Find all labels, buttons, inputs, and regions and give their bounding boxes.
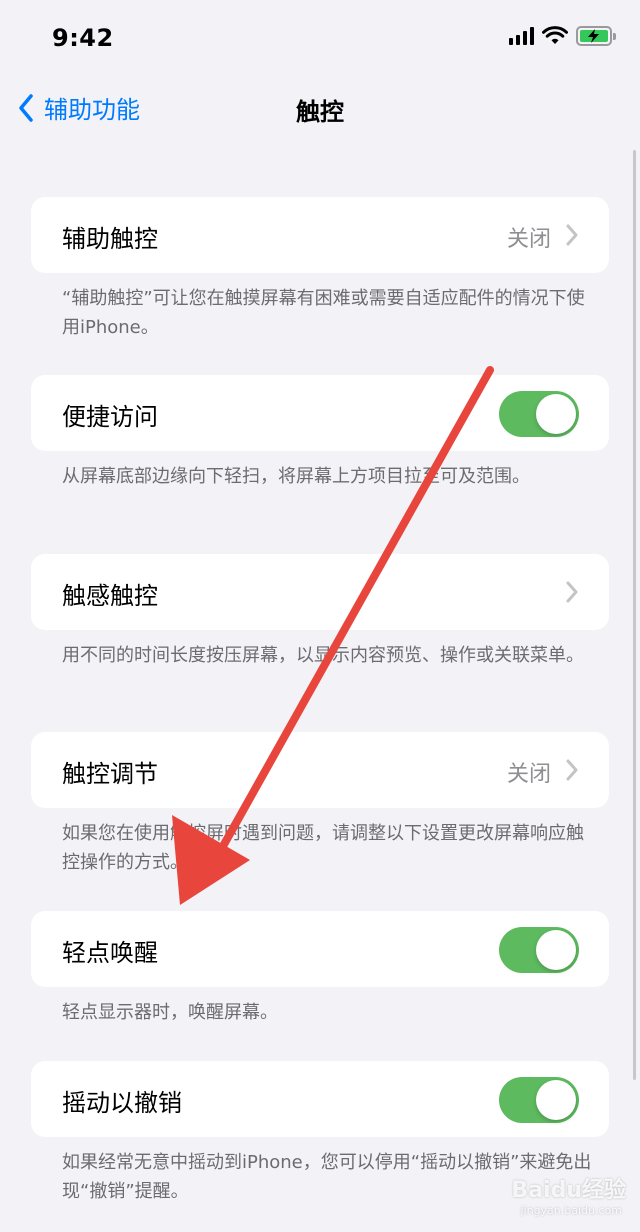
footnote: 轻点显示器时，唤醒屏幕。 <box>62 1002 278 1023</box>
footnote: 如果您在使用触控屏时遇到问题，请调整以下设置更改屏幕响应触控操作的方式。 <box>62 823 584 873</box>
battery-charging-icon <box>576 26 616 46</box>
status-icons <box>509 26 616 46</box>
row-label: 触控调节 <box>62 760 158 788</box>
row-label: 轻点唤醒 <box>62 939 158 967</box>
cellular-signal-icon <box>509 27 534 45</box>
navigation-bar: 辅助功能 触控 <box>0 76 640 140</box>
status-bar: 9:42 <box>0 0 640 76</box>
watermark-url: jingyan.baidu.com <box>520 1204 622 1217</box>
row-value: 关闭 <box>506 227 551 252</box>
footnote: 从屏幕底部边缘向下轻扫，将屏幕上方项目拉至可及范围。 <box>62 466 530 487</box>
footnote: “辅助触控”可让您在触摸屏幕有困难或需要自适应配件的情况下使用iPhone。 <box>62 288 585 338</box>
row-assistive-touch[interactable]: 辅助触控 关闭 <box>31 197 609 273</box>
row-reachability: 便捷访问 <box>31 375 609 451</box>
row-label: 触感触控 <box>62 582 158 610</box>
page-title: 触控 <box>296 98 344 126</box>
row-label: 便捷访问 <box>62 403 158 431</box>
shake-to-undo-toggle[interactable] <box>499 1077 579 1123</box>
footnote: 用不同的时间长度按压屏幕，以显示内容预览、操作或关联菜单。 <box>62 645 584 666</box>
row-value: 关闭 <box>506 762 551 787</box>
row-haptic-touch[interactable]: 触感触控 <box>31 554 609 630</box>
reachability-toggle[interactable] <box>499 391 579 437</box>
settings-screen: 9:42 辅助功能 触控 辅助触控 关闭 “辅助触控”可让您在触摸屏幕有困难或需… <box>0 0 640 1232</box>
watermark-logo: Baidu经验 <box>511 1178 626 1203</box>
row-label: 辅助触控 <box>62 225 158 253</box>
chevron-right-icon <box>566 581 578 603</box>
wifi-icon <box>542 26 568 44</box>
chevron-right-icon <box>566 759 578 781</box>
scrollbar[interactable] <box>633 150 636 1080</box>
row-label: 摇动以撤销 <box>62 1089 182 1117</box>
row-tap-to-wake: 轻点唤醒 <box>31 911 609 987</box>
row-shake-to-undo: 摇动以撤销 <box>31 1061 609 1137</box>
tap-to-wake-toggle[interactable] <box>499 927 579 973</box>
row-touch-accommodations[interactable]: 触控调节 关闭 <box>31 732 609 808</box>
status-time: 9:42 <box>52 24 114 52</box>
chevron-right-icon <box>566 224 578 246</box>
